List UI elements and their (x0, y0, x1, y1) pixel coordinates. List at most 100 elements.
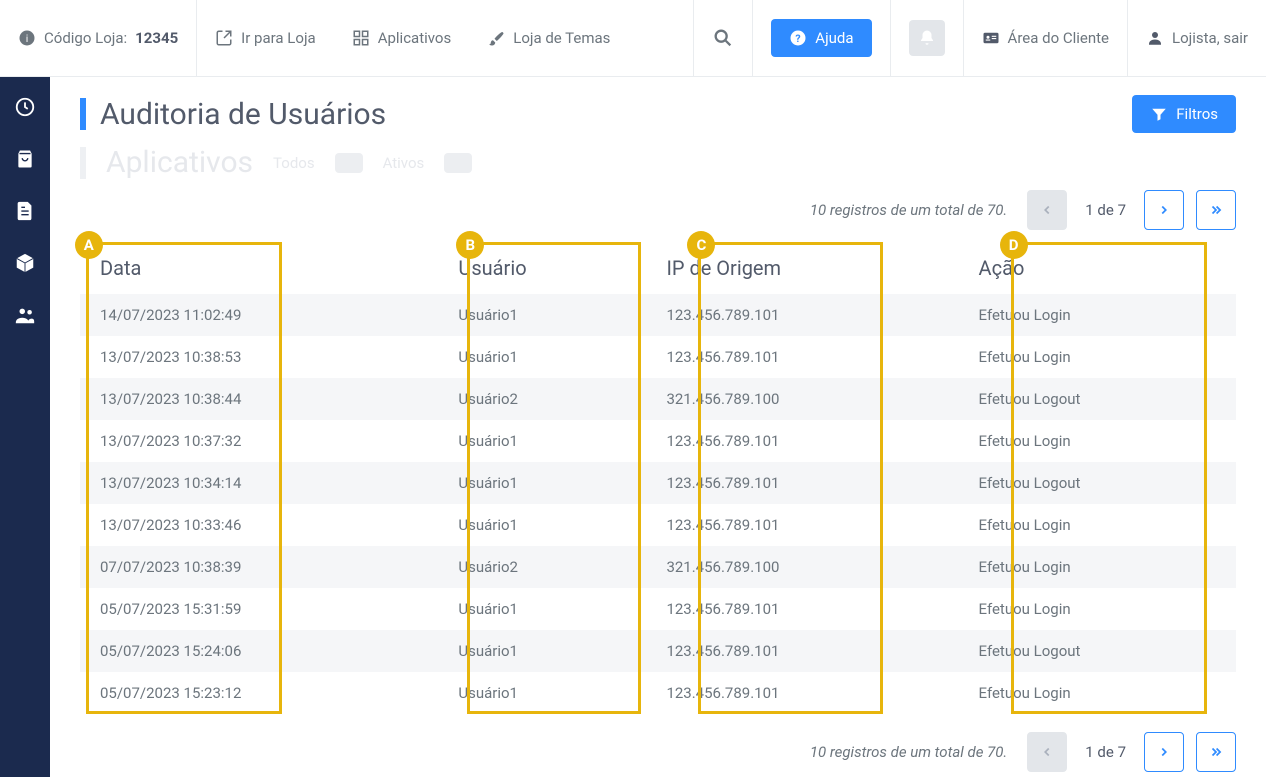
pager-info: 1 de 7 (1085, 201, 1126, 219)
cell-usuario: Usuário1 (438, 630, 646, 672)
table-row: 05/07/2023 15:24:06Usuário1123.456.789.1… (80, 630, 1236, 672)
cell-ip: 123.456.789.101 (646, 630, 958, 672)
cell-usuario: Usuário1 (438, 672, 646, 714)
apps-link[interactable]: Aplicativos (334, 0, 470, 76)
cell-ip: 321.456.789.100 (646, 378, 958, 420)
help-label: Ajuda (815, 29, 853, 47)
logout-label: Lojista, sair (1172, 29, 1248, 47)
apps-label: Aplicativos (378, 29, 452, 47)
pager-last-button[interactable] (1196, 190, 1236, 230)
store-code-value: 12345 (135, 29, 178, 47)
logout-link[interactable]: Lojista, sair (1128, 0, 1266, 76)
sidebar (0, 77, 50, 777)
user-icon (1146, 29, 1164, 47)
filter-icon (1150, 105, 1168, 123)
table-row: 13/07/2023 10:34:14Usuário1123.456.789.1… (80, 462, 1236, 504)
cell-ip: 123.456.789.101 (646, 462, 958, 504)
filters-label: Filtros (1176, 105, 1218, 123)
pager-info: 1 de 7 (1085, 743, 1126, 761)
filters-button[interactable]: Filtros (1132, 95, 1236, 133)
cell-acao: Efetuou Login (959, 504, 1236, 546)
pager-summary: 10 registros de um total de 70. (810, 201, 1007, 219)
cell-acao: Efetuou Login (959, 588, 1236, 630)
help-section: ? Ajuda (753, 0, 890, 76)
cell-acao: Efetuou Login (959, 672, 1236, 714)
pager-bottom: 10 registros de um total de 70. 1 de 7 (80, 732, 1236, 772)
store-code: i Código Loja: 12345 (0, 0, 197, 76)
svg-text:?: ? (796, 32, 801, 45)
background-section: Aplicativos Todos Ativos (80, 145, 1236, 180)
pager-last-button[interactable] (1196, 732, 1236, 772)
cell-data: 13/07/2023 10:33:46 (80, 504, 438, 546)
go-to-store-link[interactable]: Ir para Loja (197, 0, 334, 76)
cell-data: 05/07/2023 15:31:59 (80, 588, 438, 630)
cell-data: 07/07/2023 10:38:39 (80, 546, 438, 588)
cell-ip: 321.456.789.100 (646, 546, 958, 588)
table-row: 07/07/2023 10:38:39Usuário2321.456.789.1… (80, 546, 1236, 588)
cell-acao: Efetuou Logout (959, 462, 1236, 504)
info-icon: i (18, 29, 36, 47)
cell-data: 14/07/2023 11:02:49 (80, 294, 438, 336)
col-header-acao: Ação (959, 242, 1236, 294)
client-area-link[interactable]: Área do Cliente (964, 0, 1128, 76)
cell-ip: 123.456.789.101 (646, 504, 958, 546)
col-header-usuario: Usuário (438, 242, 646, 294)
cell-ip: 123.456.789.101 (646, 336, 958, 378)
pager-prev-button[interactable] (1027, 732, 1067, 772)
external-link-icon (215, 29, 233, 47)
go-to-store-label: Ir para Loja (241, 29, 316, 47)
grid-icon (352, 29, 370, 47)
pager-summary: 10 registros de um total de 70. (810, 743, 1007, 761)
cell-data: 05/07/2023 15:23:12 (80, 672, 438, 714)
pager-prev-button[interactable] (1027, 190, 1067, 230)
help-icon: ? (789, 29, 807, 47)
help-button[interactable]: ? Ajuda (771, 19, 871, 57)
table-row: 13/07/2023 10:33:46Usuário1123.456.789.1… (80, 504, 1236, 546)
search-button[interactable] (693, 0, 753, 76)
brush-icon (487, 29, 505, 47)
notifications-button[interactable] (891, 0, 964, 76)
main-content: Auditoria de Usuários Filtros Aplicativo… (50, 77, 1266, 777)
sidebar-pages[interactable] (13, 199, 37, 223)
cell-acao: Efetuou Login (959, 546, 1236, 588)
table-header-row: Data Usuário IP de Origem Ação (80, 242, 1236, 294)
cell-acao: Efetuou Logout (959, 630, 1236, 672)
cell-data: 05/07/2023 15:24:06 (80, 630, 438, 672)
audit-table-wrap: Data Usuário IP de Origem Ação 14/07/202… (80, 242, 1236, 714)
sidebar-orders[interactable] (13, 147, 37, 171)
cell-usuario: Usuário1 (438, 294, 646, 336)
cell-usuario: Usuário1 (438, 504, 646, 546)
pager-top: 10 registros de um total de 70. 1 de 7 (80, 190, 1236, 230)
themes-label: Loja de Temas (513, 29, 610, 47)
cell-usuario: Usuário2 (438, 546, 646, 588)
cell-acao: Efetuou Login (959, 420, 1236, 462)
cell-data: 13/07/2023 10:38:53 (80, 336, 438, 378)
cell-usuario: Usuário2 (438, 378, 646, 420)
table-row: 05/07/2023 15:31:59Usuário1123.456.789.1… (80, 588, 1236, 630)
id-card-icon (982, 29, 1000, 47)
cell-ip: 123.456.789.101 (646, 294, 958, 336)
cell-ip: 123.456.789.101 (646, 672, 958, 714)
pager-next-button[interactable] (1144, 732, 1184, 772)
sidebar-users[interactable] (13, 303, 37, 327)
cell-usuario: Usuário1 (438, 336, 646, 378)
sidebar-products[interactable] (13, 251, 37, 275)
cell-usuario: Usuário1 (438, 420, 646, 462)
page-title: Auditoria de Usuários (80, 97, 386, 132)
table-row: 05/07/2023 15:23:12Usuário1123.456.789.1… (80, 672, 1236, 714)
sidebar-dashboard[interactable] (13, 95, 37, 119)
cell-acao: Efetuou Login (959, 294, 1236, 336)
cell-ip: 123.456.789.101 (646, 588, 958, 630)
pager-next-button[interactable] (1144, 190, 1184, 230)
col-header-data: Data (80, 242, 438, 294)
themes-link[interactable]: Loja de Temas (469, 0, 628, 76)
cell-ip: 123.456.789.101 (646, 420, 958, 462)
client-area-label: Área do Cliente (1008, 29, 1109, 47)
col-header-ip: IP de Origem (646, 242, 958, 294)
cell-data: 13/07/2023 10:38:44 (80, 378, 438, 420)
cell-usuario: Usuário1 (438, 588, 646, 630)
table-row: 14/07/2023 11:02:49Usuário1123.456.789.1… (80, 294, 1236, 336)
cell-usuario: Usuário1 (438, 462, 646, 504)
svg-text:i: i (26, 32, 29, 45)
bell-icon (918, 29, 936, 47)
